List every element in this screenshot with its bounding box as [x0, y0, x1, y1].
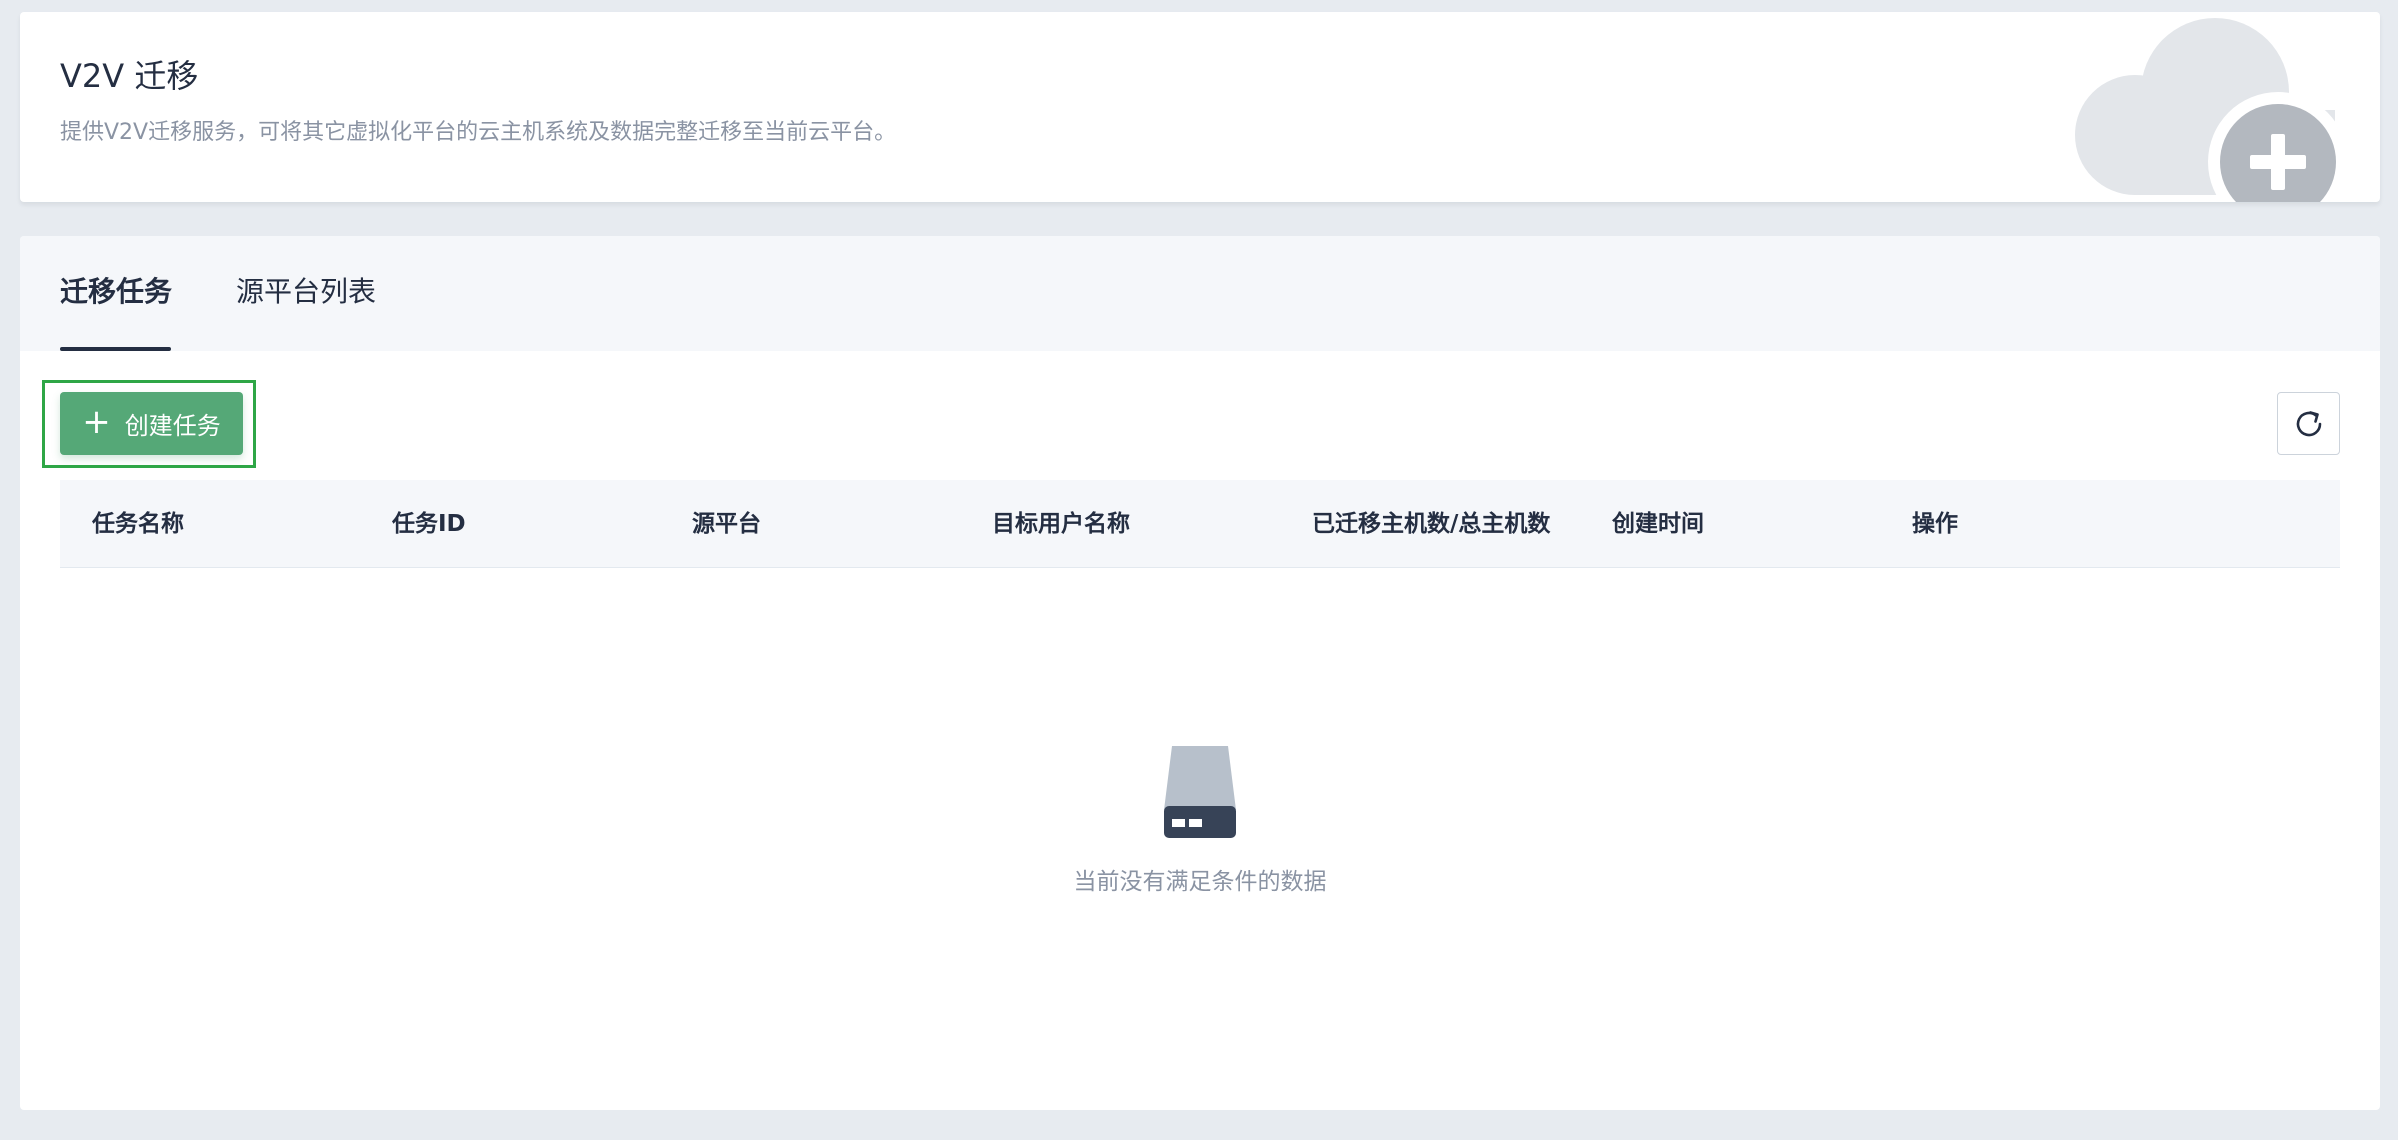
- empty-drive-icon: [1164, 746, 1236, 838]
- page-title: V2V 迁移: [60, 57, 199, 95]
- tab-bar: 迁移任务 源平台列表: [20, 236, 2380, 351]
- column-header-source-platform: 源平台: [692, 510, 761, 537]
- page-header: V2V 迁移 提供V2V迁移服务，可将其它虚拟化平台的云主机系统及数据完整迁移至…: [20, 12, 2380, 202]
- column-header-task-id: 任务ID: [392, 510, 466, 537]
- page-description: 提供V2V迁移服务，可将其它虚拟化平台的云主机系统及数据完整迁移至当前云平台。: [60, 120, 897, 145]
- refresh-icon: [2296, 410, 2321, 436]
- active-tab-indicator: [60, 347, 171, 351]
- tab-migration-tasks[interactable]: 迁移任务: [60, 272, 172, 312]
- create-task-button[interactable]: + 创建任务: [60, 392, 243, 455]
- refresh-button[interactable]: [2277, 392, 2340, 455]
- column-header-task-name: 任务名称: [92, 510, 184, 537]
- table-header: 任务名称 任务ID 源平台 目标用户名称 已迁移主机数/总主机数 创建时间 操作: [60, 480, 2340, 568]
- column-header-target-user: 目标用户名称: [992, 510, 1130, 537]
- plus-icon: +: [82, 401, 111, 442]
- main-panel: 迁移任务 源平台列表 + 创建任务 任务名称 任务ID 源平台 目标用户名称 已…: [20, 236, 2380, 1110]
- create-task-label: 创建任务: [124, 412, 221, 440]
- column-header-created-time: 创建时间: [1612, 510, 1704, 537]
- column-header-actions: 操作: [1912, 510, 1958, 537]
- column-header-migrated-count: 已迁移主机数/总主机数: [1312, 510, 1551, 537]
- cloud-add-icon: [2075, 18, 2348, 202]
- tab-source-platforms[interactable]: 源平台列表: [236, 272, 376, 312]
- empty-state-text: 当前没有满足条件的数据: [1073, 869, 1327, 895]
